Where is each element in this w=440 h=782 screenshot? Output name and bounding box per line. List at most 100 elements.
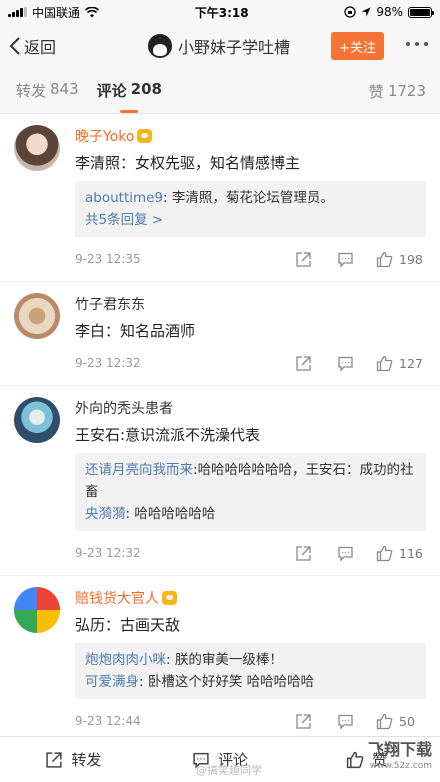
location-icon bbox=[361, 7, 371, 17]
reply-box[interactable]: 炮炮肉肉小咪: 朕的审美一级棒！ 可爱满身: 卧槽这个好好笑 哈哈哈哈哈 bbox=[75, 643, 426, 699]
follow-button[interactable]: +关注 bbox=[331, 32, 384, 60]
comment-item[interactable]: 赔钱货大官人 弘历：古画天敌 炮炮肉肉小咪: 朕的审美一级棒！ 可爱满身: 卧槽… bbox=[0, 576, 440, 744]
comment-list: 晚子Yoko 李清照：女权先驱，知名情感博主 abouttime9: 李清照，菊… bbox=[0, 114, 440, 782]
page-title-text: 小野妹子学吐槽 bbox=[178, 38, 291, 57]
like-button[interactable]: 127 bbox=[376, 355, 426, 372]
reply-text: 朕的审美一级棒！ bbox=[174, 652, 283, 668]
comment-author[interactable]: 赔钱货大官人 bbox=[75, 576, 426, 608]
thumbs-up-icon bbox=[347, 751, 364, 768]
watermark: @搞笑趣同学 bbox=[196, 764, 262, 777]
comment-time: 9-23 12:32 bbox=[75, 356, 141, 370]
tab-reposts-label: 转发 bbox=[16, 82, 47, 100]
comment-time: 9-23 12:44 bbox=[75, 714, 141, 728]
reply-author[interactable]: abouttime9 bbox=[85, 190, 163, 206]
thumbs-up-icon bbox=[376, 355, 393, 371]
comment-meta: 9-23 12:32 127 bbox=[75, 341, 426, 385]
comment-author[interactable]: 晚子Yoko bbox=[75, 114, 426, 146]
carrier-label: 中国联通 bbox=[32, 5, 81, 20]
comment-author[interactable]: 竹子君东东 bbox=[75, 282, 426, 314]
thumbs-up-icon bbox=[376, 545, 393, 561]
reply-author[interactable]: 央漪漪 bbox=[85, 506, 126, 522]
vip-badge-icon bbox=[137, 129, 153, 143]
reply-separator: : bbox=[163, 190, 172, 206]
active-tab-indicator bbox=[120, 110, 138, 113]
avatar[interactable] bbox=[14, 293, 60, 339]
tab-comments-label: 评论 bbox=[96, 82, 127, 100]
back-label: 返回 bbox=[24, 38, 57, 57]
repost-button[interactable]: 转发 bbox=[0, 737, 147, 782]
comment-icon[interactable] bbox=[324, 545, 366, 562]
comment-icon[interactable] bbox=[324, 713, 366, 730]
tab-likes-label: 赞 bbox=[368, 82, 384, 101]
site-watermark-title: 飞翔下载 bbox=[367, 740, 432, 759]
tab-comments[interactable]: 评论 208 bbox=[97, 80, 162, 101]
reply-item: abouttime9: 李清照，菊花论坛管理员。 bbox=[85, 187, 416, 209]
reply-text: 李清照，菊花论坛管理员。 bbox=[171, 190, 334, 206]
more-replies-link[interactable]: 共5条回复 > bbox=[85, 209, 416, 231]
reply-box[interactable]: abouttime9: 李清照，菊花论坛管理员。 共5条回复 > bbox=[75, 181, 426, 237]
like-count: 116 bbox=[399, 545, 423, 561]
tab-comments-count: 208 bbox=[130, 80, 162, 98]
site-watermark: 飞翔下载 www.52z.com bbox=[368, 742, 432, 774]
reply-item: 炮炮肉肉小咪: 朕的审美一级棒！ bbox=[85, 649, 416, 671]
avatar[interactable] bbox=[14, 397, 60, 443]
vip-badge-icon bbox=[162, 591, 177, 605]
avatar[interactable] bbox=[14, 587, 60, 633]
wifi-icon bbox=[85, 6, 100, 17]
comment-author-name: 赔钱货大官人 bbox=[75, 591, 159, 607]
share-icon[interactable] bbox=[282, 713, 324, 730]
reply-box[interactable]: 还请月亮向我而来:哈哈哈哈哈哈哈，王安石：成功的社畜 央漪漪: 哈哈哈哈哈哈 bbox=[75, 453, 426, 531]
like-count: 127 bbox=[399, 355, 423, 371]
like-button[interactable]: 198 bbox=[376, 251, 426, 268]
reply-item: 还请月亮向我而来:哈哈哈哈哈哈哈，王安石：成功的社畜 bbox=[85, 459, 416, 503]
comment-item[interactable]: 外向的秃头患者 王安石:意识流派不洗澡代表 还请月亮向我而来:哈哈哈哈哈哈哈，王… bbox=[0, 386, 440, 576]
like-count: 50 bbox=[399, 713, 415, 729]
reply-item: 央漪漪: 哈哈哈哈哈哈 bbox=[85, 503, 416, 525]
reply-text: 哈哈哈哈哈哈 bbox=[134, 506, 216, 522]
comment-time: 9-23 12:32 bbox=[75, 546, 141, 560]
reply-author[interactable]: 炮炮肉肉小咪 bbox=[85, 652, 166, 668]
comment-text: 王安石:意识流派不洗澡代表 bbox=[75, 426, 261, 444]
reply-separator: : bbox=[139, 674, 148, 690]
battery-icon bbox=[407, 6, 434, 18]
user-avatar bbox=[148, 34, 172, 58]
page-title[interactable]: 小野妹子学吐槽 bbox=[148, 24, 290, 68]
battery-percent: 98% bbox=[376, 5, 403, 19]
comment-text: 李白：知名品酒师 bbox=[75, 322, 196, 340]
comment-icon[interactable] bbox=[324, 355, 366, 372]
tab-reposts[interactable]: 转发 843 bbox=[16, 80, 79, 101]
comment-item[interactable]: 晚子Yoko 李清照：女权先驱，知名情感博主 abouttime9: 李清照，菊… bbox=[0, 114, 440, 282]
comment-item[interactable]: 竹子君东东 李白：知名品酒师 9-23 12:32 127 bbox=[0, 282, 440, 386]
reply-author[interactable]: 还请月亮向我而来 bbox=[85, 462, 193, 478]
tab-likes[interactable]: 赞 1723 bbox=[369, 68, 426, 114]
comment-meta: 9-23 12:32 116 bbox=[75, 531, 426, 575]
comment-author[interactable]: 外向的秃头患者 bbox=[75, 386, 426, 418]
status-time: 下午3:18 bbox=[194, 5, 249, 20]
reply-separator: : bbox=[166, 652, 175, 668]
share-icon[interactable] bbox=[282, 251, 324, 268]
comment-author-name: 竹子君东东 bbox=[75, 297, 145, 313]
comment-author-name: 外向的秃头患者 bbox=[75, 401, 173, 417]
signal-icon bbox=[8, 7, 27, 17]
nav-bar: 返回 小野妹子学吐槽 +关注 bbox=[0, 24, 440, 68]
comment-text: 李清照：女权先驱，知名情感博主 bbox=[75, 154, 301, 172]
comment-meta: 9-23 12:35 198 bbox=[75, 237, 426, 281]
reply-text: 卧槽这个好好笑 哈哈哈哈哈 bbox=[147, 674, 315, 690]
site-watermark-url: www.52z.com bbox=[369, 761, 432, 771]
share-icon[interactable] bbox=[282, 545, 324, 562]
thumbs-up-icon bbox=[376, 251, 393, 267]
comment-icon[interactable] bbox=[324, 251, 366, 268]
tab-reposts-count: 843 bbox=[50, 80, 79, 98]
reply-item: 可爱满身: 卧槽这个好好笑 哈哈哈哈哈 bbox=[85, 671, 416, 693]
share-icon[interactable] bbox=[282, 355, 324, 372]
status-bar: 中国联通 下午3:18 98% bbox=[0, 0, 440, 24]
back-button[interactable]: 返回 bbox=[8, 34, 56, 58]
like-button[interactable]: 116 bbox=[376, 545, 426, 562]
tab-bar: 转发 843 评论 208 赞 1723 bbox=[0, 68, 440, 114]
reply-author[interactable]: 可爱满身 bbox=[85, 674, 139, 690]
like-count: 198 bbox=[399, 251, 423, 267]
comment-text: 弘历：古画天敌 bbox=[75, 616, 181, 634]
avatar[interactable] bbox=[14, 125, 60, 171]
more-options-icon[interactable] bbox=[406, 42, 428, 46]
like-button[interactable]: 50 bbox=[376, 713, 426, 730]
